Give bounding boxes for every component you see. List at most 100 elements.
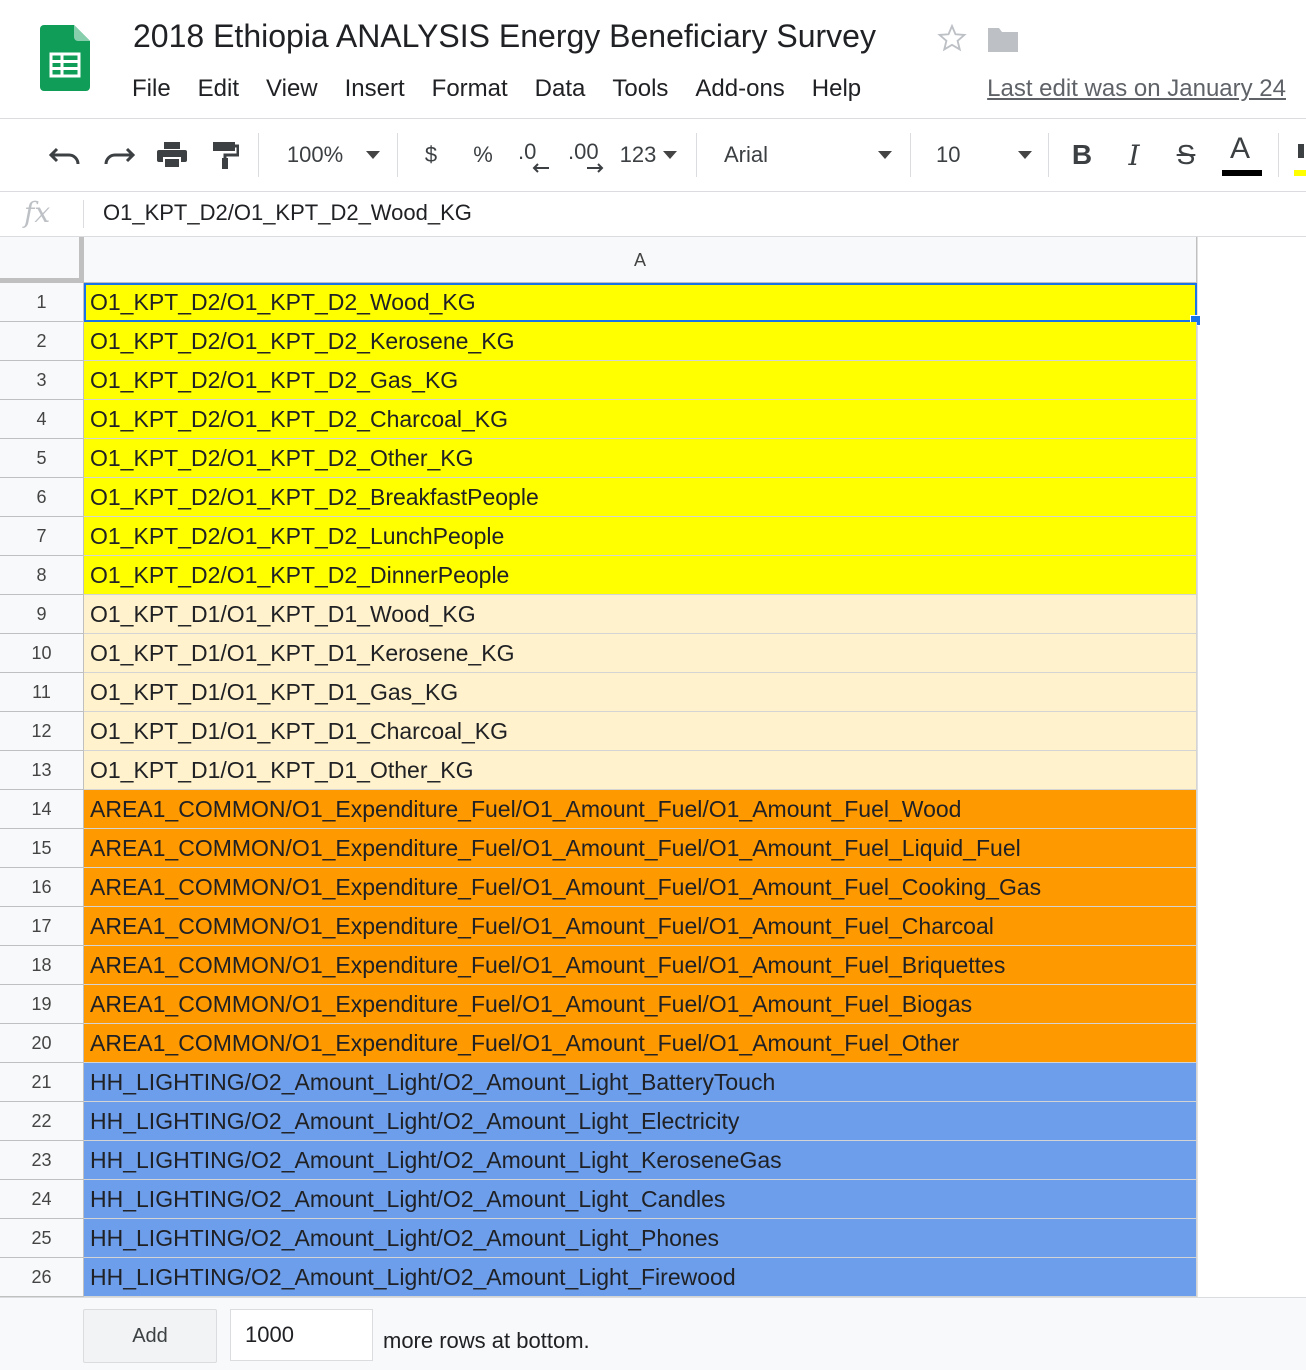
cell-a15[interactable]: AREA1_COMMON/O1_Expenditure_Fuel/O1_Amou… xyxy=(84,829,1197,868)
more-formats-button[interactable]: 123 xyxy=(618,119,658,191)
cell-a1[interactable]: O1_KPT_D2/O1_KPT_D2_Wood_KG xyxy=(84,283,1201,326)
cell-a11[interactable]: O1_KPT_D1/O1_KPT_D1_Gas_KG xyxy=(84,673,1197,712)
paint-format-icon[interactable] xyxy=(205,119,245,191)
menu-file[interactable]: File xyxy=(132,72,171,106)
table-row: 15 AREA1_COMMON/O1_Expenditure_Fuel/O1_Am… xyxy=(0,829,1197,868)
select-all-corner[interactable] xyxy=(0,237,84,283)
italic-icon[interactable]: I xyxy=(1116,119,1152,191)
row-header[interactable]: 5 xyxy=(0,439,84,478)
row-header[interactable]: 3 xyxy=(0,361,84,400)
strikethrough-icon[interactable]: S xyxy=(1168,119,1204,191)
chevron-down-icon[interactable] xyxy=(360,119,386,191)
row-header[interactable]: 11 xyxy=(0,673,84,712)
cell-a12[interactable]: O1_KPT_D1/O1_KPT_D1_Charcoal_KG xyxy=(84,712,1197,751)
row-header[interactable]: 14 xyxy=(0,790,84,829)
cell-a23[interactable]: HH_LIGHTING/O2_Amount_Light/O2_Amount_Li… xyxy=(84,1141,1197,1180)
chevron-down-icon[interactable] xyxy=(660,119,680,191)
cell-a14[interactable]: AREA1_COMMON/O1_Expenditure_Fuel/O1_Amou… xyxy=(84,790,1197,829)
cell-a22[interactable]: HH_LIGHTING/O2_Amount_Light/O2_Amount_Li… xyxy=(84,1102,1197,1141)
column-header-a[interactable]: A xyxy=(84,237,1197,283)
cell-a2[interactable]: O1_KPT_D2/O1_KPT_D2_Kerosene_KG xyxy=(84,322,1197,361)
font-size-select[interactable]: 10 xyxy=(936,119,1006,191)
decrease-decimal-button[interactable]: .0 xyxy=(514,119,550,191)
menu-help[interactable]: Help xyxy=(812,72,861,106)
cell-a9[interactable]: O1_KPT_D1/O1_KPT_D1_Wood_KG xyxy=(84,595,1197,634)
table-row: 21 HH_LIGHTING/O2_Amount_Light/O2_Amount_… xyxy=(0,1063,1197,1102)
row-header[interactable]: 26 xyxy=(0,1258,84,1297)
cell-a10[interactable]: O1_KPT_D1/O1_KPT_D1_Kerosene_KG xyxy=(84,634,1197,673)
row-header[interactable]: 24 xyxy=(0,1180,84,1219)
row-header[interactable]: 21 xyxy=(0,1063,84,1102)
add-rows-button[interactable]: Add xyxy=(83,1309,217,1363)
cell-a6[interactable]: O1_KPT_D2/O1_KPT_D2_BreakfastPeople xyxy=(84,478,1197,517)
cell-a20[interactable]: AREA1_COMMON/O1_Expenditure_Fuel/O1_Amou… xyxy=(84,1024,1197,1063)
text-color-icon[interactable]: A xyxy=(1220,119,1264,191)
row-header[interactable]: 10 xyxy=(0,634,84,673)
percent-button[interactable]: % xyxy=(468,119,498,191)
zoom-select[interactable]: 100% xyxy=(283,119,347,191)
menu-data[interactable]: Data xyxy=(535,72,586,106)
menu-insert[interactable]: Insert xyxy=(345,72,405,106)
currency-button[interactable]: $ xyxy=(416,119,446,191)
row-header[interactable]: 23 xyxy=(0,1141,84,1180)
menu-tools[interactable]: Tools xyxy=(612,72,668,106)
cell-a26[interactable]: HH_LIGHTING/O2_Amount_Light/O2_Amount_Li… xyxy=(84,1258,1197,1297)
row-header[interactable]: 9 xyxy=(0,595,84,634)
table-row: 1 O1_KPT_D2/O1_KPT_D2_Wood_KG xyxy=(0,283,1201,326)
row-header[interactable]: 1 xyxy=(0,283,84,322)
row-header[interactable]: 18 xyxy=(0,946,84,985)
cell-a24[interactable]: HH_LIGHTING/O2_Amount_Light/O2_Amount_Li… xyxy=(84,1180,1197,1219)
cell-a16[interactable]: AREA1_COMMON/O1_Expenditure_Fuel/O1_Amou… xyxy=(84,868,1197,907)
document-title[interactable]: 2018 Ethiopia ANALYSIS Energy Beneficiar… xyxy=(133,18,876,55)
chevron-down-icon[interactable] xyxy=(1012,119,1038,191)
rows-count-input[interactable] xyxy=(230,1309,373,1361)
row-header[interactable]: 6 xyxy=(0,478,84,517)
last-edit-link[interactable]: Last edit was on January 24 xyxy=(987,72,1286,106)
row-header[interactable]: 13 xyxy=(0,751,84,790)
increase-decimal-button[interactable]: .00 xyxy=(566,119,608,191)
cell-a17[interactable]: AREA1_COMMON/O1_Expenditure_Fuel/O1_Amou… xyxy=(84,907,1197,946)
menu-add-ons[interactable]: Add-ons xyxy=(695,72,784,106)
bold-icon[interactable]: B xyxy=(1064,119,1100,191)
cell-a3[interactable]: O1_KPT_D2/O1_KPT_D2_Gas_KG xyxy=(84,361,1197,400)
row-header[interactable]: 8 xyxy=(0,556,84,595)
redo-icon[interactable] xyxy=(98,119,140,191)
row-header[interactable]: 2 xyxy=(0,322,84,361)
row-header[interactable]: 25 xyxy=(0,1219,84,1258)
menu-format[interactable]: Format xyxy=(432,72,508,106)
undo-icon[interactable] xyxy=(44,119,86,191)
print-icon[interactable] xyxy=(152,119,192,191)
menu-edit[interactable]: Edit xyxy=(198,72,239,106)
cell-a7[interactable]: O1_KPT_D2/O1_KPT_D2_LunchPeople xyxy=(84,517,1197,556)
cell-a18[interactable]: AREA1_COMMON/O1_Expenditure_Fuel/O1_Amou… xyxy=(84,946,1197,985)
sheets-logo-icon[interactable] xyxy=(40,25,90,91)
row-header[interactable]: 19 xyxy=(0,985,84,1024)
row-header[interactable]: 12 xyxy=(0,712,84,751)
cell-a13[interactable]: O1_KPT_D1/O1_KPT_D1_Other_KG xyxy=(84,751,1197,790)
toolbar-divider xyxy=(1278,133,1279,177)
font-select[interactable]: Arial xyxy=(724,119,864,191)
highlight-color-bar xyxy=(1294,170,1306,176)
menu-view[interactable]: View xyxy=(266,72,318,106)
cell-a5[interactable]: O1_KPT_D2/O1_KPT_D2_Other_KG xyxy=(84,439,1197,478)
cell-a19[interactable]: AREA1_COMMON/O1_Expenditure_Fuel/O1_Amou… xyxy=(84,985,1197,1024)
cell-a4[interactable]: O1_KPT_D2/O1_KPT_D2_Charcoal_KG xyxy=(84,400,1197,439)
formula-input[interactable]: O1_KPT_D2/O1_KPT_D2_Wood_KG xyxy=(103,200,472,226)
row-header[interactable]: 20 xyxy=(0,1024,84,1063)
toolbar-divider xyxy=(397,133,398,177)
table-row: 4 O1_KPT_D2/O1_KPT_D2_Charcoal_KG xyxy=(0,400,1197,439)
cell-a21[interactable]: HH_LIGHTING/O2_Amount_Light/O2_Amount_Li… xyxy=(84,1063,1197,1102)
folder-icon[interactable] xyxy=(986,26,1020,54)
table-row: 19 AREA1_COMMON/O1_Expenditure_Fuel/O1_Am… xyxy=(0,985,1197,1024)
star-icon[interactable] xyxy=(936,22,968,54)
cell-a8[interactable]: O1_KPT_D2/O1_KPT_D2_DinnerPeople xyxy=(84,556,1197,595)
row-header[interactable]: 17 xyxy=(0,907,84,946)
row-header[interactable]: 4 xyxy=(0,400,84,439)
cell-a25[interactable]: HH_LIGHTING/O2_Amount_Light/O2_Amount_Li… xyxy=(84,1219,1197,1258)
chevron-down-icon[interactable] xyxy=(872,119,898,191)
row-header[interactable]: 22 xyxy=(0,1102,84,1141)
row-header[interactable]: 16 xyxy=(0,868,84,907)
row-header[interactable]: 7 xyxy=(0,517,84,556)
highlight-icon[interactable] xyxy=(1292,119,1306,191)
row-header[interactable]: 15 xyxy=(0,829,84,868)
